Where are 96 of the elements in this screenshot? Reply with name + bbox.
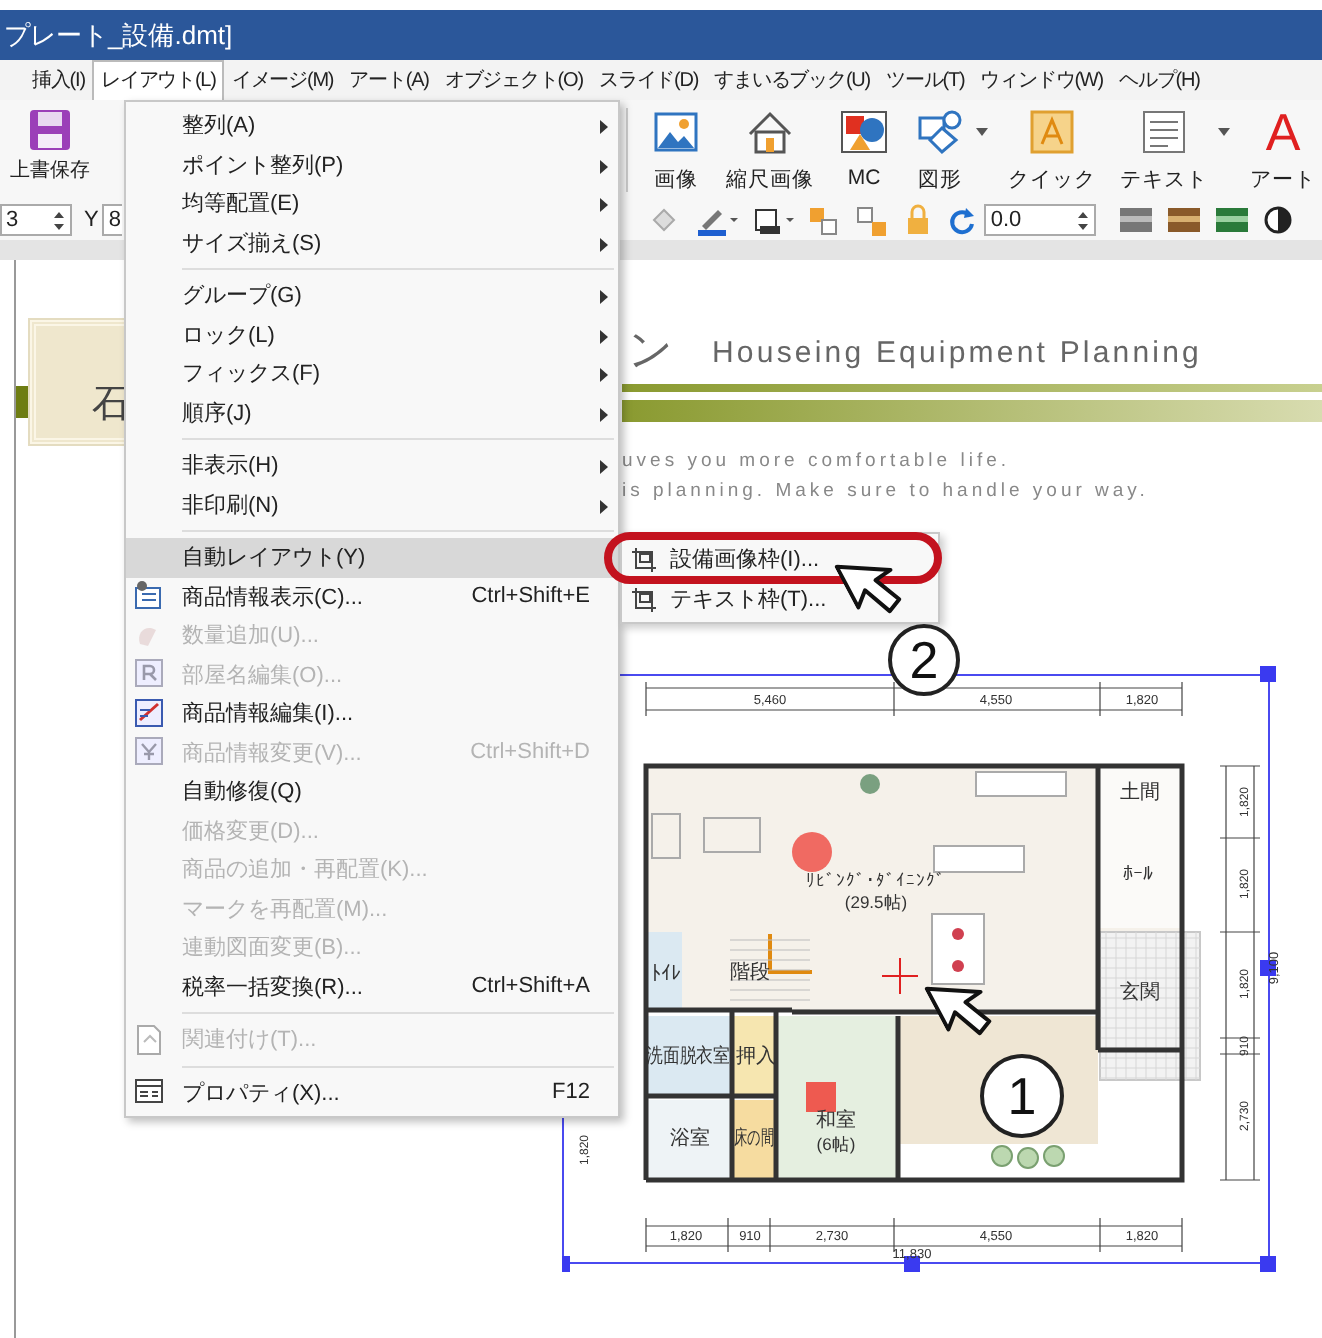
text-box-icon	[1138, 108, 1190, 156]
submenu-arrow-icon	[600, 329, 608, 343]
menu-item[interactable]: テキスト枠(T)...	[622, 578, 938, 618]
group-icon[interactable]	[806, 204, 843, 236]
toolbar-button[interactable]: 縮尺画像	[720, 100, 820, 194]
submenu-arrow-icon	[600, 198, 608, 212]
menu-item[interactable]: ロック(L)	[126, 315, 618, 354]
toolbar-button[interactable]: A アート	[1244, 100, 1322, 194]
menu-item-icon	[134, 736, 164, 769]
submenu-arrow-icon	[600, 460, 608, 474]
room-label: 玄関	[1120, 982, 1160, 1004]
save-button[interactable]: 上書保存	[0, 100, 100, 184]
menu-item[interactable]: ポイント整列(P)	[126, 145, 618, 184]
menu-item[interactable]: すまいるブック(U)	[706, 60, 879, 100]
landscape-picture-icon	[650, 108, 702, 156]
style-preset-icon[interactable]	[1166, 204, 1203, 236]
room-label: (6帖)	[816, 1134, 856, 1154]
menu-item[interactable]: 非表示(H)	[126, 446, 618, 485]
heading-text: Houseing Equipment Planning	[712, 336, 1203, 370]
menu-item[interactable]: 自動レイアウト(Y)	[126, 538, 618, 577]
room-label: 階段	[730, 962, 770, 984]
menu-item-icon	[134, 1023, 164, 1056]
menu-item[interactable]: サイズ揃え(S)	[126, 223, 618, 262]
room-label: (29.5帖)	[844, 892, 908, 912]
toolbar-button[interactable]: テキスト	[1114, 100, 1232, 194]
submenu-arrow-icon	[600, 368, 608, 382]
menu-item[interactable]: ヘルプ(H)	[1111, 60, 1208, 100]
menu-item[interactable]: フィックス(F)	[126, 354, 618, 393]
menu-item[interactable]: 自動修復(Q)	[126, 772, 618, 811]
toolbar-button[interactable]: MC	[832, 100, 896, 194]
room-label: ﾄｲﾚ	[651, 964, 681, 986]
resize-handle	[1260, 1256, 1276, 1272]
menu-item[interactable]: イメージ(M)	[223, 60, 342, 100]
menu-item[interactable]: 整列(A)	[126, 106, 618, 145]
submenu-arrow-icon	[600, 237, 608, 251]
submenu-arrow-icon	[600, 499, 608, 513]
menu-item[interactable]: 税率一括変換(R)... Ctrl+Shift+A	[126, 967, 618, 1006]
house-icon	[744, 108, 796, 156]
menu-item[interactable]: 非印刷(N)	[126, 485, 618, 524]
style-preset-icon[interactable]	[1214, 204, 1251, 236]
menu-item[interactable]: 順序(J)	[126, 393, 618, 432]
contrast-icon[interactable]	[1262, 204, 1295, 236]
menu-item[interactable]: 商品情報編集(I)...	[126, 694, 618, 733]
caret-icon	[976, 128, 988, 136]
room-label: ﾘﾋﾞﾝｸﾞ･ﾀﾞｲﾆﾝｸﾞ	[806, 870, 946, 890]
toolbar-button[interactable]: 図形	[908, 100, 990, 194]
shapes-outline-icon	[914, 108, 966, 156]
ungroup-icon[interactable]	[854, 204, 891, 236]
number-field[interactable]: 8	[102, 204, 123, 236]
menu-item[interactable]: ウィンドウ(W)	[972, 60, 1112, 100]
tagline-text: is planning. Make sure to handle your way.	[622, 480, 1149, 502]
frame-icon	[630, 544, 658, 572]
spinner-icon[interactable]	[52, 211, 66, 229]
tagline-text: uves you more comfortable life.	[622, 450, 1011, 472]
field-label: Y	[84, 208, 99, 232]
toolbar-button[interactable]: 画像	[644, 100, 708, 194]
submenu-arrow-icon	[600, 290, 608, 304]
menu-item-icon	[134, 580, 164, 613]
resize-handle	[1260, 666, 1276, 682]
caret-icon	[1218, 128, 1230, 136]
menu-item[interactable]: 挿入(I)	[24, 60, 93, 100]
menu-item[interactable]: 均等配置(E)	[126, 184, 618, 223]
room-label: 和室	[816, 1110, 856, 1132]
pen-icon[interactable]	[694, 204, 739, 236]
shadow-box-icon[interactable]	[750, 204, 795, 236]
resize-handle	[562, 1256, 570, 1272]
room-label: 土間	[1120, 782, 1160, 804]
frame-icon	[630, 584, 658, 612]
rotate-icon[interactable]	[946, 204, 979, 236]
menu-item[interactable]: オブジェクト(O)	[436, 60, 591, 100]
toolbar-button[interactable]: クイック	[1002, 100, 1102, 194]
resize-handle	[904, 1256, 920, 1272]
menu-item[interactable]: グループ(G)	[126, 276, 618, 315]
shapes-icon	[838, 108, 890, 156]
menu-item-icon	[134, 697, 164, 730]
submenu-arrow-icon	[600, 407, 608, 421]
spinner-icon[interactable]	[1076, 211, 1091, 229]
frame-icon	[1026, 108, 1078, 156]
menu-item[interactable]: スライド(D)	[590, 60, 707, 100]
room-label: ﾎｰﾙ	[1123, 864, 1153, 886]
heading-text: ン	[628, 322, 674, 378]
window-title: プレート_設備.dmt]	[2, 18, 233, 54]
menu-item[interactable]: アート(A)	[341, 60, 437, 100]
style-preset-icon[interactable]	[1118, 204, 1155, 236]
menu-item[interactable]: レイアウト(L)	[92, 60, 224, 100]
number-field[interactable]: 3	[0, 204, 72, 236]
menu-item[interactable]: ツール(T)	[878, 60, 973, 100]
submenu-arrow-icon	[600, 120, 608, 134]
submenu-arrow-icon	[600, 159, 608, 173]
menu-item-icon	[134, 1076, 164, 1109]
accent-bar	[16, 386, 28, 418]
menu-item-icon	[134, 658, 164, 691]
menu-item[interactable]: プロパティ(X)... F12	[126, 1073, 618, 1112]
rotation-field[interactable]: 0.0	[984, 204, 1097, 236]
room-label: 浴室	[670, 1128, 710, 1150]
heading-text: 石	[92, 382, 130, 430]
